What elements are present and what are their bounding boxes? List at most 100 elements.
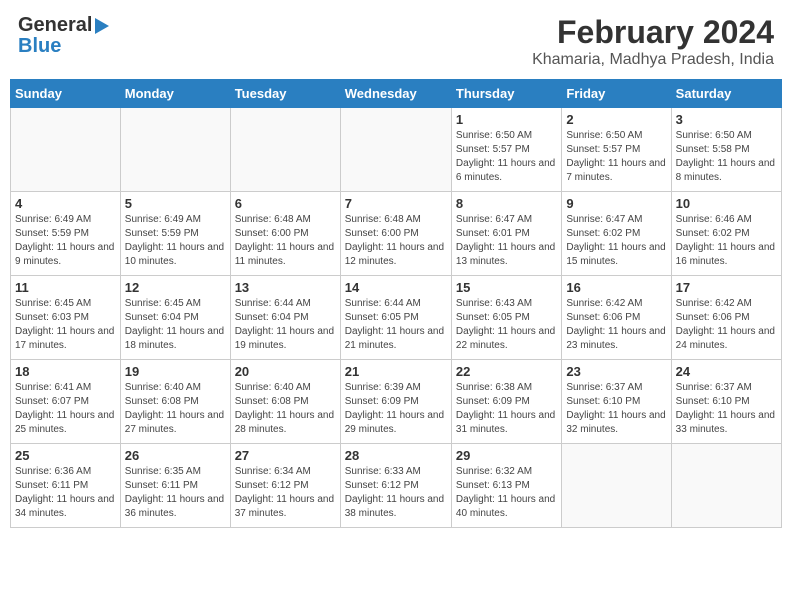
day-info: Sunrise: 6:38 AMSunset: 6:09 PMDaylight:…	[456, 381, 557, 437]
week-row-3: 18Sunrise: 6:41 AMSunset: 6:07 PMDayligh…	[11, 360, 782, 444]
day-number: 20	[235, 364, 336, 379]
cell-content: 17 Sunrise: 6:42 AMSunset: 6:06 PMDayligh…	[676, 280, 777, 355]
day-info: Sunrise: 6:33 AMSunset: 6:12 PMDaylight:…	[345, 465, 447, 521]
calendar-cell: 21 Sunrise: 6:39 AMSunset: 6:09 PMDayligh…	[340, 360, 451, 444]
day-info: Sunrise: 6:37 AMSunset: 6:10 PMDaylight:…	[676, 381, 777, 437]
calendar-cell: 10Sunrise: 6:46 AMSunset: 6:02 PMDayligh…	[671, 192, 781, 276]
cell-content: 25Sunrise: 6:36 AMSunset: 6:11 PMDayligh…	[15, 448, 116, 523]
calendar-cell	[120, 108, 230, 192]
cell-content: 6Sunrise: 6:48 AMSunset: 6:00 PMDaylight…	[235, 196, 336, 271]
cell-content: 3Sunrise: 6:50 AMSunset: 5:58 PMDaylight…	[676, 112, 777, 187]
day-info: Sunrise: 6:40 AMSunset: 6:08 PMDaylight:…	[235, 381, 336, 437]
day-info: Sunrise: 6:49 AMSunset: 5:59 PMDaylight:…	[125, 213, 226, 269]
calendar-cell: 18Sunrise: 6:41 AMSunset: 6:07 PMDayligh…	[11, 360, 121, 444]
calendar-cell: 8 Sunrise: 6:47 AMSunset: 6:01 PMDaylight…	[451, 192, 561, 276]
day-number: 4	[15, 196, 116, 211]
calendar-cell: 20 Sunrise: 6:40 AMSunset: 6:08 PMDayligh…	[230, 360, 340, 444]
calendar-cell	[340, 108, 451, 192]
day-info: Sunrise: 6:39 AMSunset: 6:09 PMDaylight:…	[345, 381, 447, 437]
calendar-cell: 19Sunrise: 6:40 AMSunset: 6:08 PMDayligh…	[120, 360, 230, 444]
day-number: 11	[15, 280, 116, 295]
day-number: 15	[456, 280, 557, 295]
header-day-thursday: Thursday	[451, 80, 561, 108]
cell-content: 1 Sunrise: 6:50 AMSunset: 5:57 PMDaylight…	[456, 112, 557, 187]
cell-content: 28 Sunrise: 6:33 AMSunset: 6:12 PMDayligh…	[345, 448, 447, 523]
day-number: 27	[235, 448, 336, 463]
day-number: 13	[235, 280, 336, 295]
day-number: 21	[345, 364, 447, 379]
header: General Blue February 2024 Khamaria, Mad…	[10, 10, 782, 73]
calendar-cell: 24 Sunrise: 6:37 AMSunset: 6:10 PMDayligh…	[671, 360, 781, 444]
calendar-cell: 23Sunrise: 6:37 AMSunset: 6:10 PMDayligh…	[562, 360, 671, 444]
day-number: 24	[676, 364, 777, 379]
day-info: Sunrise: 6:41 AMSunset: 6:07 PMDaylight:…	[15, 381, 116, 437]
cell-content: 7 Sunrise: 6:48 AMSunset: 6:00 PMDaylight…	[345, 196, 447, 271]
cell-content: 4 Sunrise: 6:49 AMSunset: 5:59 PMDaylight…	[15, 196, 116, 271]
day-number: 12	[125, 280, 226, 295]
day-number: 14	[345, 280, 447, 295]
calendar-cell: 13Sunrise: 6:44 AMSunset: 6:04 PMDayligh…	[230, 276, 340, 360]
calendar-cell: 27 Sunrise: 6:34 AMSunset: 6:12 PMDayligh…	[230, 444, 340, 528]
day-number: 9	[566, 196, 666, 211]
day-number: 6	[235, 196, 336, 211]
day-number: 26	[125, 448, 226, 463]
day-info: Sunrise: 6:47 AMSunset: 6:01 PMDaylight:…	[456, 213, 557, 269]
day-number: 5	[125, 196, 226, 211]
day-info: Sunrise: 6:48 AMSunset: 6:00 PMDaylight:…	[345, 213, 447, 269]
calendar-cell: 28 Sunrise: 6:33 AMSunset: 6:12 PMDayligh…	[340, 444, 451, 528]
day-info: Sunrise: 6:37 AMSunset: 6:10 PMDaylight:…	[566, 381, 666, 437]
header-day-sunday: Sunday	[11, 80, 121, 108]
cell-content: 18Sunrise: 6:41 AMSunset: 6:07 PMDayligh…	[15, 364, 116, 439]
day-number: 8	[456, 196, 557, 211]
calendar-cell: 11Sunrise: 6:45 AMSunset: 6:03 PMDayligh…	[11, 276, 121, 360]
cell-content: 26 Sunrise: 6:35 AMSunset: 6:11 PMDayligh…	[125, 448, 226, 523]
calendar-cell: 26 Sunrise: 6:35 AMSunset: 6:11 PMDayligh…	[120, 444, 230, 528]
location: Khamaria, Madhya Pradesh, India	[532, 51, 774, 69]
day-number: 1	[456, 112, 557, 127]
cell-content: 9Sunrise: 6:47 AMSunset: 6:02 PMDaylight…	[566, 196, 666, 271]
day-info: Sunrise: 6:35 AMSunset: 6:11 PMDaylight:…	[125, 465, 226, 521]
day-number: 16	[566, 280, 666, 295]
day-number: 25	[15, 448, 116, 463]
calendar-cell: 6Sunrise: 6:48 AMSunset: 6:00 PMDaylight…	[230, 192, 340, 276]
month-year: February 2024	[532, 14, 774, 51]
day-info: Sunrise: 6:43 AMSunset: 6:05 PMDaylight:…	[456, 297, 557, 353]
cell-content: 15 Sunrise: 6:43 AMSunset: 6:05 PMDayligh…	[456, 280, 557, 355]
day-number: 3	[676, 112, 777, 127]
cell-content: 20 Sunrise: 6:40 AMSunset: 6:08 PMDayligh…	[235, 364, 336, 439]
day-number: 7	[345, 196, 447, 211]
cell-content: 11Sunrise: 6:45 AMSunset: 6:03 PMDayligh…	[15, 280, 116, 355]
day-number: 29	[456, 448, 557, 463]
calendar-cell: 1 Sunrise: 6:50 AMSunset: 5:57 PMDaylight…	[451, 108, 561, 192]
day-number: 17	[676, 280, 777, 295]
logo-arrow-icon	[95, 18, 109, 34]
logo: General Blue	[18, 14, 109, 58]
cell-content: 14Sunrise: 6:44 AMSunset: 6:05 PMDayligh…	[345, 280, 447, 355]
cell-content: 2Sunrise: 6:50 AMSunset: 5:57 PMDaylight…	[566, 112, 666, 187]
cell-content: 13Sunrise: 6:44 AMSunset: 6:04 PMDayligh…	[235, 280, 336, 355]
day-number: 2	[566, 112, 666, 127]
day-info: Sunrise: 6:45 AMSunset: 6:04 PMDaylight:…	[125, 297, 226, 353]
calendar-cell: 12 Sunrise: 6:45 AMSunset: 6:04 PMDayligh…	[120, 276, 230, 360]
day-info: Sunrise: 6:50 AMSunset: 5:57 PMDaylight:…	[456, 129, 557, 185]
logo-blue: Blue	[18, 35, 109, 58]
week-row-2: 11Sunrise: 6:45 AMSunset: 6:03 PMDayligh…	[11, 276, 782, 360]
cell-content: 24 Sunrise: 6:37 AMSunset: 6:10 PMDayligh…	[676, 364, 777, 439]
cell-content: 5 Sunrise: 6:49 AMSunset: 5:59 PMDaylight…	[125, 196, 226, 271]
day-number: 28	[345, 448, 447, 463]
calendar-cell: 2Sunrise: 6:50 AMSunset: 5:57 PMDaylight…	[562, 108, 671, 192]
header-day-saturday: Saturday	[671, 80, 781, 108]
header-day-tuesday: Tuesday	[230, 80, 340, 108]
cell-content: 23Sunrise: 6:37 AMSunset: 6:10 PMDayligh…	[566, 364, 666, 439]
day-info: Sunrise: 6:49 AMSunset: 5:59 PMDaylight:…	[15, 213, 116, 269]
day-info: Sunrise: 6:42 AMSunset: 6:06 PMDaylight:…	[566, 297, 666, 353]
calendar-cell: 3Sunrise: 6:50 AMSunset: 5:58 PMDaylight…	[671, 108, 781, 192]
cell-content: 19Sunrise: 6:40 AMSunset: 6:08 PMDayligh…	[125, 364, 226, 439]
day-info: Sunrise: 6:34 AMSunset: 6:12 PMDaylight:…	[235, 465, 336, 521]
day-info: Sunrise: 6:46 AMSunset: 6:02 PMDaylight:…	[676, 213, 777, 269]
calendar-cell: 15 Sunrise: 6:43 AMSunset: 6:05 PMDayligh…	[451, 276, 561, 360]
calendar-cell: 25Sunrise: 6:36 AMSunset: 6:11 PMDayligh…	[11, 444, 121, 528]
cell-content: 16 Sunrise: 6:42 AMSunset: 6:06 PMDayligh…	[566, 280, 666, 355]
calendar-cell	[11, 108, 121, 192]
day-info: Sunrise: 6:42 AMSunset: 6:06 PMDaylight:…	[676, 297, 777, 353]
